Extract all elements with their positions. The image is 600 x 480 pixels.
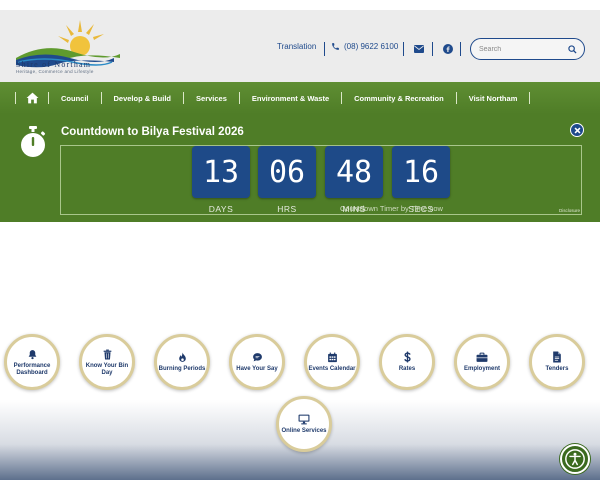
quick-link-have-your-say[interactable]: Have Your Say	[229, 334, 285, 390]
document-icon	[551, 351, 563, 363]
calendar-icon	[326, 351, 338, 363]
countdown-days-label: DAYS	[208, 204, 234, 214]
logo-name: Shire of Northam	[16, 60, 92, 69]
phone-icon	[332, 42, 339, 50]
quick-link-burning-periods[interactable]: Burning Periods	[154, 334, 210, 390]
stopwatch-icon	[21, 126, 46, 157]
quick-link-label: Tenders	[545, 366, 569, 373]
countdown-note: Disclosure	[559, 208, 581, 213]
nav-item-environment-waste[interactable]: Environment & Waste	[240, 82, 341, 114]
quick-link-label: Performance Dashboard	[13, 363, 51, 376]
quick-link-label: Online Services	[281, 428, 327, 435]
translation-link[interactable]: Translation	[277, 10, 316, 82]
dollar-icon	[401, 351, 413, 363]
quick-link-label: Events Calendar	[308, 366, 356, 373]
countdown-hours-value: 06	[258, 146, 316, 198]
countdown-seconds-label: SECS	[408, 204, 434, 214]
close-icon	[574, 127, 580, 133]
nav-item-council[interactable]: Council	[49, 82, 101, 114]
accessibility-button[interactable]	[560, 444, 590, 474]
phone-number: (08) 9622 6100	[344, 41, 399, 51]
chat-icon	[251, 351, 263, 363]
email-button[interactable]	[410, 40, 428, 58]
quick-link-online-services[interactable]: Online Services	[276, 396, 332, 452]
countdown-title: Countdown to Bilya Festival 2026	[61, 126, 244, 138]
countdown-seconds-value: 16	[392, 146, 450, 198]
divider	[432, 42, 433, 56]
countdown-frame	[60, 145, 582, 215]
nav-item-services[interactable]: Services	[184, 82, 239, 114]
facebook-button[interactable]	[439, 40, 457, 58]
quick-link-label: Know Your Bin Day	[85, 363, 129, 376]
main-nav: Council Develop & Build Services Environ…	[0, 82, 600, 114]
nav-home-button[interactable]	[16, 82, 48, 114]
nav-item-community-recreation[interactable]: Community & Recreation	[342, 82, 456, 114]
divider	[460, 42, 461, 56]
search-icon[interactable]	[566, 43, 578, 55]
quick-link-performance-dashboard[interactable]: Performance Dashboard	[4, 334, 60, 390]
divider	[324, 42, 325, 56]
envelope-icon	[414, 45, 424, 53]
divider	[403, 42, 404, 56]
home-icon	[26, 92, 38, 104]
quick-link-label: Employment	[463, 366, 500, 373]
quick-link-rates[interactable]: Rates	[379, 334, 435, 390]
countdown-banner: Countdown to Bilya Festival 2026 13 06 4…	[0, 114, 600, 222]
nav-item-visit-northam[interactable]: Visit Northam	[457, 82, 530, 114]
bell-icon	[26, 348, 38, 360]
countdown-close-button[interactable]	[570, 123, 584, 137]
site-header: Shire of Northam Heritage, Commerce and …	[0, 10, 600, 82]
briefcase-icon	[476, 351, 488, 363]
monitor-icon	[298, 413, 310, 425]
fire-icon	[176, 351, 188, 363]
quick-link-events-calendar[interactable]: Events Calendar	[304, 334, 360, 390]
countdown-days-value: 13	[192, 146, 250, 198]
accessibility-icon	[565, 449, 585, 469]
search-input[interactable]	[479, 45, 565, 53]
quick-link-label: Rates	[398, 366, 416, 373]
countdown-minutes-label: MINS	[342, 204, 366, 214]
quick-link-employment[interactable]: Employment	[454, 334, 510, 390]
quick-link-know-your-bin-day[interactable]: Know Your Bin Day	[79, 334, 135, 390]
countdown-hours-label: HRS	[277, 204, 297, 214]
quick-link-tenders[interactable]: Tenders	[529, 334, 585, 390]
countdown-minutes-value: 48	[325, 146, 383, 198]
quick-link-label: Have Your Say	[236, 366, 278, 373]
search-box	[470, 38, 585, 60]
trash-icon	[101, 348, 113, 360]
nav-item-develop-build[interactable]: Develop & Build	[102, 82, 184, 114]
facebook-icon	[443, 44, 453, 54]
phone-link[interactable]: (08) 9622 6100	[331, 10, 398, 82]
logo-tagline: Heritage, Commerce and Lifestyle	[16, 69, 94, 74]
quick-link-label: Burning Periods	[158, 366, 206, 373]
nav-divider	[529, 92, 531, 104]
